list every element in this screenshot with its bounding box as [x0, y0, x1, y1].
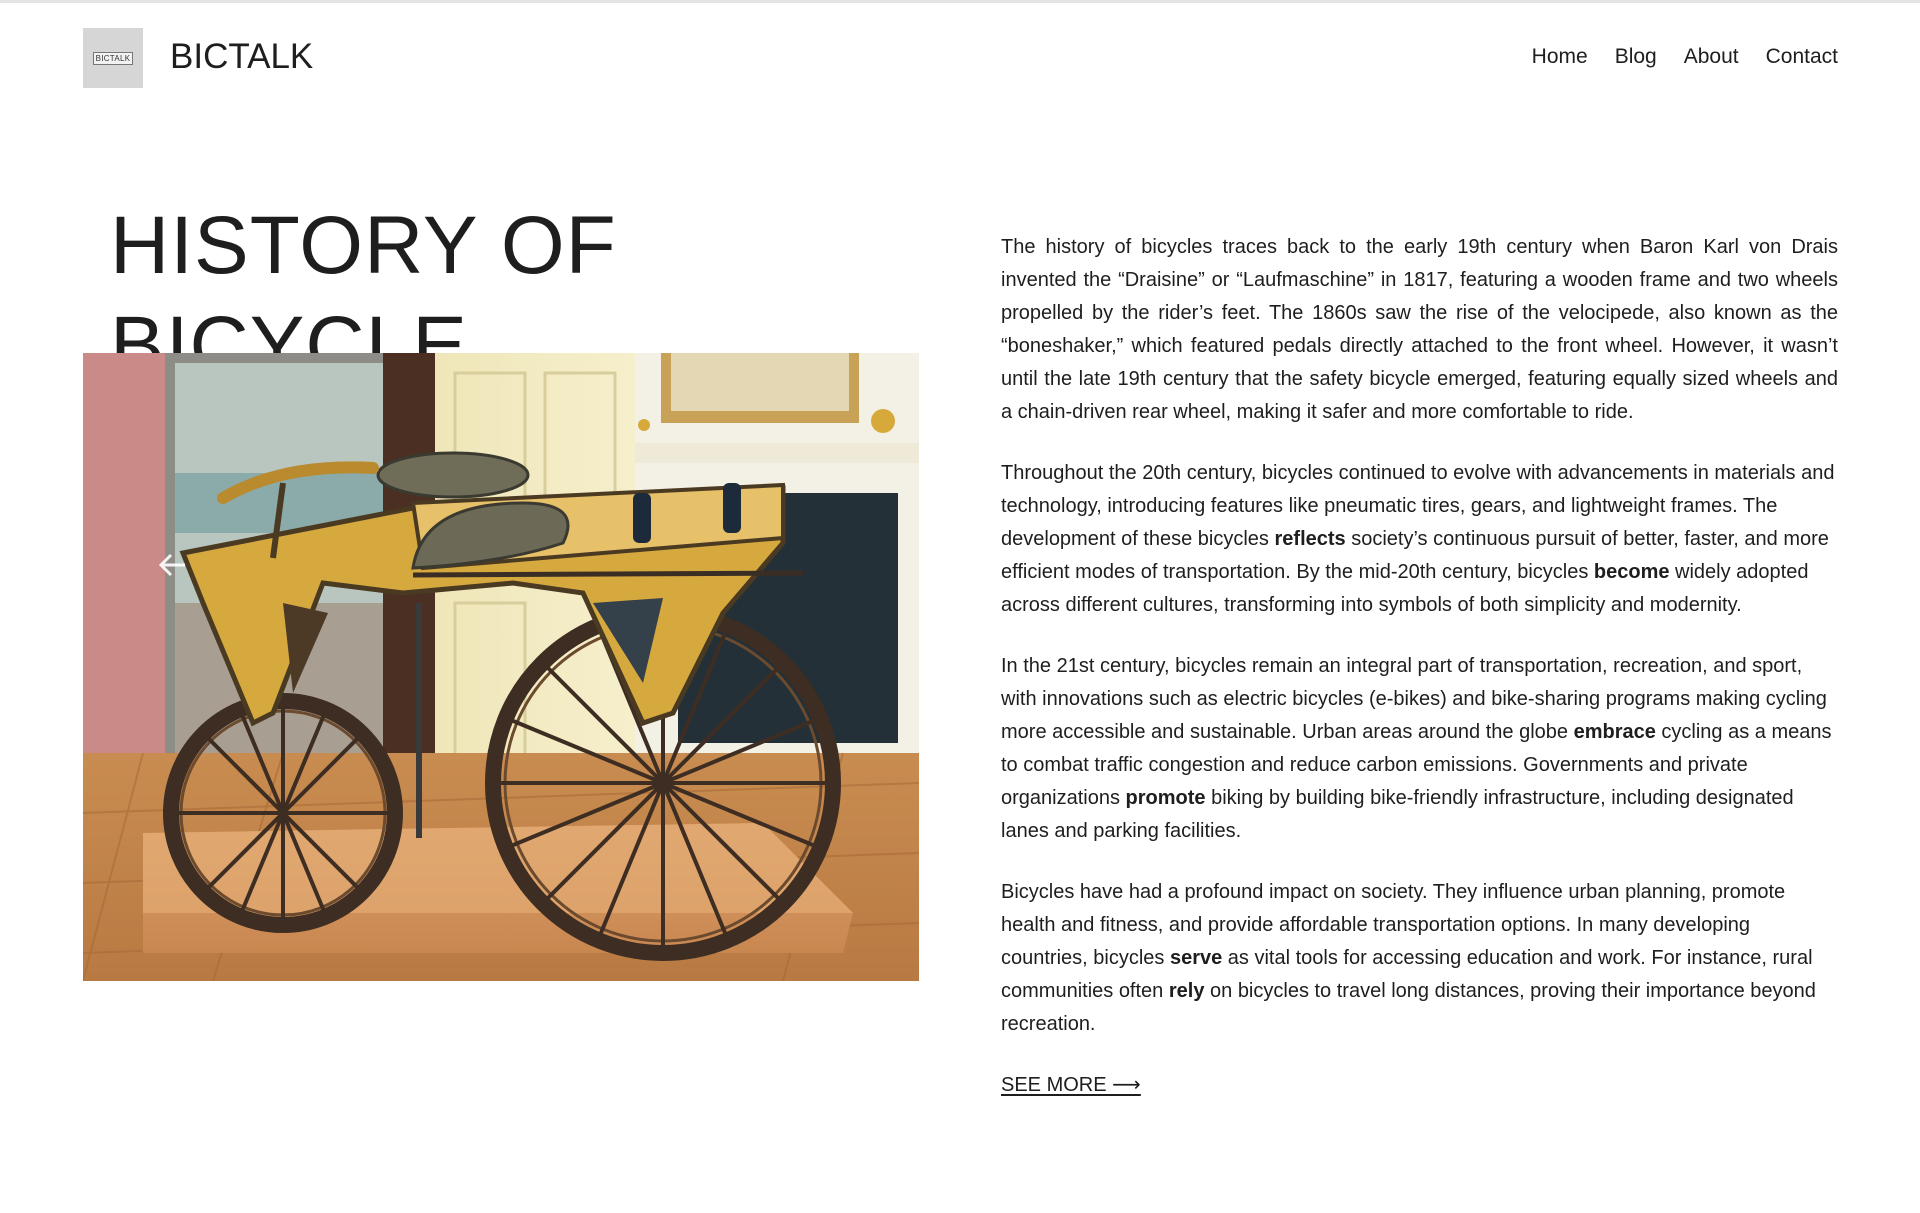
- nav-blog[interactable]: Blog: [1615, 43, 1657, 71]
- paragraph-1: The history of bicycles traces back to t…: [1001, 231, 1838, 429]
- emphasis-word: embrace: [1573, 721, 1656, 743]
- site-header: BICTALK BICTALK Home Blog About Contact: [0, 0, 1920, 115]
- site-title-link[interactable]: BICTALK: [170, 33, 313, 81]
- main-nav: Home Blog About Contact: [1532, 43, 1838, 71]
- nav-contact[interactable]: Contact: [1766, 43, 1838, 71]
- see-more-link[interactable]: SEE MORE ⟶: [1001, 1071, 1141, 1099]
- nav-about[interactable]: About: [1684, 43, 1739, 71]
- emphasis-word: reflects: [1274, 528, 1346, 550]
- emphasis-word: promote: [1125, 787, 1206, 809]
- paragraph-2: Throughout the 20th century, bicycles co…: [1001, 457, 1838, 622]
- emphasis-word: rely: [1168, 980, 1205, 1002]
- article-body: The history of bicycles traces back to t…: [1001, 231, 1838, 1102]
- paragraph-4: Bicycles have had a profound impact on s…: [1001, 876, 1838, 1041]
- nav-home[interactable]: Home: [1532, 43, 1588, 71]
- logo-text: BICTALK: [92, 51, 134, 65]
- emphasis-word: serve: [1169, 947, 1223, 969]
- paragraph-3: In the 21st century, bicycles remain an …: [1001, 650, 1838, 848]
- emphasis-word: become: [1593, 561, 1670, 583]
- draisine-image: [83, 353, 919, 981]
- paragraph-text: The history of bicycles traces back to t…: [1001, 236, 1838, 423]
- site-logo[interactable]: BICTALK: [83, 28, 143, 88]
